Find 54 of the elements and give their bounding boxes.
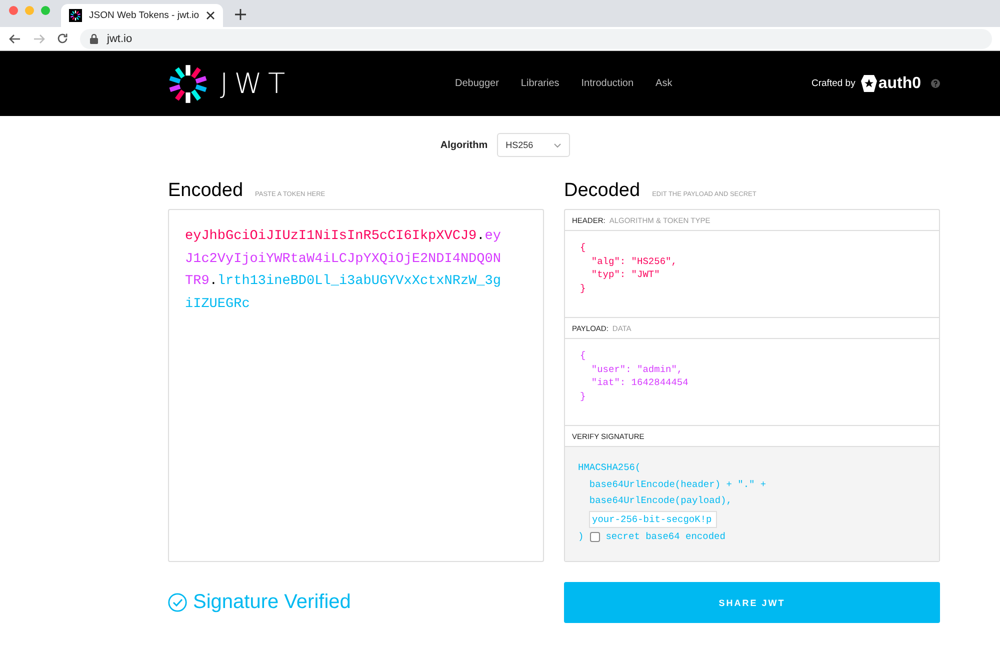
tab-title: JSON Web Tokens - jwt.io [89, 10, 199, 21]
nav-link[interactable]: Introduction [581, 78, 634, 89]
json-editor[interactable]: { "user": "admin", "iat": 1642844454 } [565, 339, 939, 426]
code-line: "user": "admin", [590, 362, 684, 376]
brand-link[interactable]: auth0 [861, 74, 921, 92]
back-icon[interactable] [9, 34, 21, 44]
code-line: base64UrlEncode(payload), [588, 494, 733, 508]
code-line: { [580, 241, 587, 255]
status-text: Signature Verified [193, 591, 351, 614]
check-circle-icon [168, 593, 187, 612]
token-part: J1c2VyIjoiYWRtaW4iLCJpYXQiOjE2NDI4NDQ0N [185, 252, 501, 266]
algorithm-label: Algorithm [440, 140, 488, 150]
new-tab-icon[interactable] [235, 9, 246, 20]
brand-name: auth0 [878, 74, 921, 92]
code-line: HMACSHA256( [578, 461, 642, 475]
url-text: jwt.io [107, 32, 132, 44]
token-part: lrth13ineBD0Ll_i3abUGYVxXctxNRzW_3g [217, 274, 501, 289]
token-part: TR9 [185, 274, 210, 289]
close-icon[interactable] [206, 11, 215, 20]
section-title: Decoded [564, 180, 640, 202]
nav-link[interactable]: Libraries [520, 78, 560, 89]
url-field[interactable]: jwt.io [80, 28, 992, 48]
code-line: base64UrlEncode(header) + "." + [588, 478, 768, 492]
code-line: "typ": "JWT" [590, 268, 661, 282]
algorithm-dropdown[interactable]: HS256 [496, 133, 570, 157]
token-part: . [209, 274, 218, 289]
token-part: ey [484, 229, 501, 244]
help-icon[interactable] [931, 79, 940, 88]
nav-link[interactable]: Debugger [455, 78, 499, 89]
token-part: eyJhbGciOiJIUzI1NiIsInR5cCI6IkpXVCJ9 [185, 229, 477, 244]
favicon-icon [69, 9, 82, 22]
code-line: "iat": 1642844454 [590, 376, 690, 390]
reload-icon[interactable] [57, 33, 68, 44]
code-line: } [580, 390, 587, 404]
code-line: { [580, 349, 587, 363]
pinwheel-logo-icon [168, 64, 208, 104]
crafted-by-text: Crafted by [812, 78, 856, 89]
chevron-down-icon [554, 142, 561, 148]
code-line: ) [578, 530, 584, 544]
forward-icon[interactable] [33, 34, 45, 44]
shield-star-icon [861, 75, 878, 92]
nav-link[interactable]: Ask [656, 78, 672, 89]
logo-text: JWT [220, 67, 292, 100]
token-input[interactable]: eyJhbGciOiJIUzI1NiIsInR5cCI6IkpXVCJ9.ey J1c2VyIjoiYWRtaW4iLCJpYXQiOjE2NDI4NDQ0N TR9.lrth13ineBD0Ll_i3abUGYVxXctxNRzW_3g iIZUEGRc [168, 209, 544, 562]
section-title: Encoded [168, 180, 244, 202]
browser-tab[interactable]: JSON Web Tokens - jwt.io [61, 4, 223, 27]
token-part: . [476, 229, 485, 244]
code-line: "alg": "HS256", [590, 254, 678, 268]
code-line: } [580, 282, 587, 296]
checkbox[interactable] [590, 532, 600, 542]
checkbox-label: secret base64 encoded [606, 530, 726, 544]
lock-icon [90, 34, 98, 44]
json-editor[interactable]: { "alg": "HS256", "typ": "JWT" } [565, 231, 939, 318]
token-part: iIZUEGRc [185, 296, 250, 312]
